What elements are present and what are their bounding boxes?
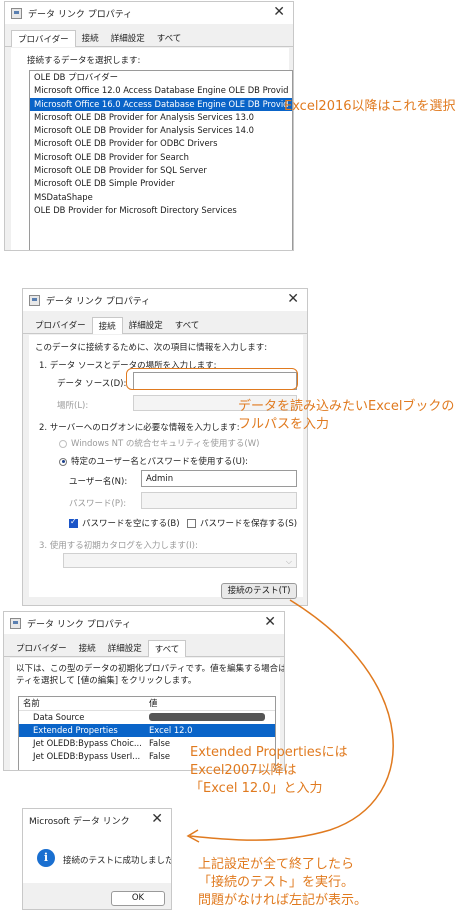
row-name: Jet OLEDB:Bypass Choic... <box>33 738 142 748</box>
row-value: False <box>149 738 171 748</box>
list-item[interactable]: Microsoft OLE DB Simple Provider <box>30 177 292 190</box>
tab-advanced[interactable]: 詳細設定 <box>123 317 169 333</box>
all-properties-tabs: プロバイダー 接続 詳細設定 すべて <box>4 634 284 657</box>
connection-dialog: データ リンク プロパティ ✕ プロバイダー 接続 詳細設定 すべて このデータ… <box>22 288 308 606</box>
tab-advanced[interactable]: 詳細設定 <box>102 640 148 656</box>
close-icon[interactable]: ✕ <box>264 614 276 630</box>
initial-catalog-select: ⌵ <box>63 553 297 568</box>
row-name: Extended Properties <box>33 725 118 735</box>
close-icon[interactable]: ✕ <box>287 291 299 307</box>
annotation-extended-line1: Extended Propertiesには <box>190 745 348 760</box>
connection-dialog-titlebar: データ リンク プロパティ ✕ <box>23 289 307 311</box>
annotation-extended-line2: Excel2007以降は <box>190 763 297 778</box>
list-item[interactable]: Microsoft OLE DB Provider for Search <box>30 151 292 164</box>
list-item[interactable]: Microsoft OLE DB Provider for Analysis S… <box>30 124 292 137</box>
col-name-header: 名前 <box>23 698 40 708</box>
table-row[interactable]: Data Source <box>19 711 275 724</box>
blank-password-checkbox[interactable]: パスワードを空にする(B) <box>69 517 180 529</box>
tab-advanced[interactable]: 詳細設定 <box>105 30 151 46</box>
windows-nt-label: Windows NT の統合セキュリティを使用する(W) <box>71 439 260 449</box>
provider-dialog: データ リンク プロパティ ✕ プロバイダー 接続 詳細設定 すべて 接続するデ… <box>4 1 294 251</box>
tab-connection[interactable]: 接続 <box>73 640 102 656</box>
table-row-selected[interactable]: Extended Properties Excel 12.0 <box>19 724 275 737</box>
connection-intro: このデータに接続するために、次の項目に情報を入力します: <box>35 343 268 353</box>
provider-dialog-titlebar: データ リンク プロパティ ✕ <box>5 2 293 24</box>
tab-provider[interactable]: プロバイダー <box>11 30 76 47</box>
provider-dialog-tabs: プロバイダー 接続 詳細設定 すべて <box>5 24 293 47</box>
info-icon: i <box>37 849 55 867</box>
close-icon[interactable]: ✕ <box>273 4 285 20</box>
list-item[interactable]: Microsoft OLE DB Provider for ODBC Drive… <box>30 137 292 150</box>
chevron-down-icon: ⌵ <box>285 557 292 566</box>
list-item[interactable]: OLE DB プロバイダー <box>30 71 292 84</box>
tab-connection[interactable]: 接続 <box>91 317 123 334</box>
list-item[interactable]: Microsoft Office 12.0 Access Database En… <box>30 84 292 97</box>
row-name: Data Source <box>33 712 85 722</box>
test-success-dialog: Microsoft データ リンク ✕ i 接続のテストに成功しました。 OK <box>22 808 172 910</box>
tab-all[interactable]: すべて <box>151 30 188 46</box>
step3-label: 3. 使用する初期カタログを入力します(I): <box>39 541 198 551</box>
col-value-header: 値 <box>149 698 158 708</box>
connection-dialog-tabs: プロバイダー 接続 詳細設定 すべて <box>23 311 307 334</box>
radio-icon <box>59 457 67 466</box>
tab-all[interactable]: すべて <box>169 317 206 333</box>
save-password-label: パスワードを保存する(S) <box>200 519 298 529</box>
annotation-datasource-line1: データを読み込みたいExcelブックの <box>238 399 455 414</box>
list-item-selected[interactable]: Microsoft Office 16.0 Access Database En… <box>30 97 292 111</box>
test-success-title: Microsoft データ リンク <box>29 816 130 827</box>
row-name: Jet OLEDB:Bypass UserI... <box>33 751 141 761</box>
tab-all[interactable]: すべて <box>147 640 187 657</box>
annotation-test-line1: 上記設定が全て終了したら <box>198 857 355 872</box>
tab-provider[interactable]: プロバイダー <box>29 317 92 333</box>
blank-password-label: パスワードを空にする(B) <box>82 519 180 529</box>
provider-panel: 接続するデータを選択します: OLE DB プロバイダー Microsoft O… <box>11 48 293 250</box>
test-success-titlebar: Microsoft データ リンク ✕ <box>23 809 171 831</box>
data-link-icon <box>10 617 21 629</box>
password-label: パスワード(P): <box>69 499 127 509</box>
specific-user-label: 特定のユーザー名とパスワードを使用する(U): <box>71 457 249 467</box>
windows-nt-option[interactable]: Windows NT の統合セキュリティを使用する(W) <box>59 437 259 449</box>
checkbox-icon <box>69 517 78 528</box>
tab-provider[interactable]: プロバイダー <box>10 640 73 656</box>
all-properties-intro-1: 以下は、この型のデータの初期化プロパティです。値を編集する場合は、プロパ <box>16 664 284 674</box>
annotation-datasource-line2: フルパスを入力 <box>238 417 330 432</box>
location-label: 場所(L): <box>57 401 89 411</box>
grid-header: 名前 値 <box>19 697 275 711</box>
row-value: False <box>149 751 171 761</box>
data-link-icon <box>11 7 22 19</box>
checkbox-icon <box>187 519 196 528</box>
provider-list-label: 接続するデータを選択します: <box>27 56 141 66</box>
list-item[interactable]: Microsoft OLE DB Provider for SQL Server <box>30 164 292 177</box>
list-item[interactable]: MSDataShape <box>30 191 292 204</box>
password-input <box>141 492 297 509</box>
username-input[interactable]: Admin <box>141 470 297 487</box>
row-value: Excel 12.0 <box>149 725 193 735</box>
specific-user-option[interactable]: 特定のユーザー名とパスワードを使用する(U): <box>59 455 248 467</box>
radio-icon <box>59 439 67 448</box>
annotation-test-line2: 「接続のテスト」を実行。 <box>198 875 355 890</box>
connection-dialog-title: データ リンク プロパティ <box>46 296 151 307</box>
close-icon[interactable]: ✕ <box>151 811 163 827</box>
list-item[interactable]: OLE DB Provider for Microsoft Directory … <box>30 204 292 217</box>
annotation-test-line3: 問題がなければ左記が表示。 <box>198 893 368 908</box>
test-success-message: 接続のテストに成功しました。 <box>63 856 172 866</box>
save-password-checkbox[interactable]: パスワードを保存する(S) <box>187 517 297 529</box>
test-connection-button[interactable]: 接続のテスト(T) <box>221 583 297 599</box>
ok-button[interactable]: OK <box>111 891 165 906</box>
all-properties-title: データ リンク プロパティ <box>27 619 132 630</box>
datasource-label: データ ソース(D): <box>57 379 127 389</box>
step2-label: 2. サーバーへのログオンに必要な情報を入力します: <box>39 423 240 433</box>
all-properties-intro-2: ティを選択して [値の編集] をクリックします。 <box>16 676 197 686</box>
list-item[interactable]: Microsoft OLE DB Provider for Analysis S… <box>30 111 292 124</box>
provider-listbox[interactable]: OLE DB プロバイダー Microsoft Office 12.0 Acce… <box>29 70 293 250</box>
tab-connection[interactable]: 接続 <box>76 30 105 46</box>
username-label: ユーザー名(N): <box>69 477 128 487</box>
annotation-select-provider: Excel2016以降はこれを選択 <box>284 99 456 114</box>
data-link-icon <box>29 294 40 306</box>
datasource-highlight <box>126 368 298 390</box>
provider-dialog-title: データ リンク プロパティ <box>28 9 133 20</box>
redacted-value-bar <box>149 713 265 721</box>
annotation-extended-line3: 「Excel 12.0」と入力 <box>190 781 323 796</box>
all-properties-titlebar: データ リンク プロパティ ✕ <box>4 612 284 634</box>
